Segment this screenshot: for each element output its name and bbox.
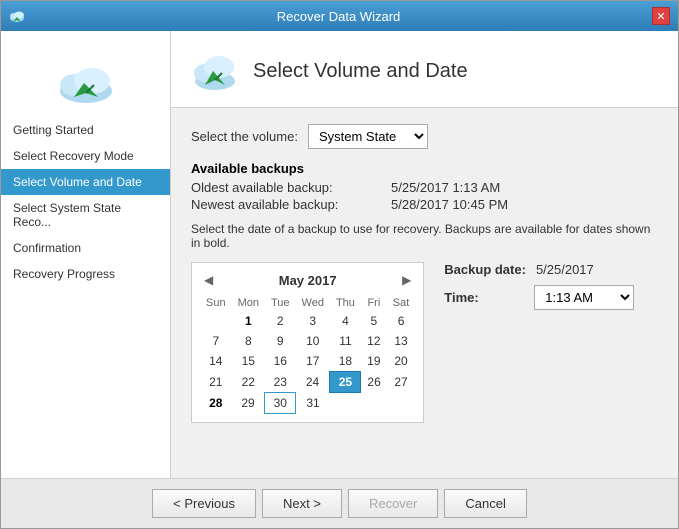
calendar-day[interactable]: 22 — [232, 372, 265, 393]
close-button[interactable]: ✕ — [652, 7, 670, 25]
calendar-month-year: May 2017 — [279, 273, 337, 288]
calendar: ◀ May 2017 ▶ SunMonTueWedThuFriSat123456… — [191, 262, 424, 423]
oldest-label: Oldest available backup: — [191, 180, 371, 195]
sidebar-item-select-recovery-mode[interactable]: Select Recovery Mode — [1, 143, 170, 169]
time-label: Time: — [444, 290, 524, 305]
sidebar-item-select-volume-date[interactable]: Select Volume and Date — [1, 169, 170, 195]
cal-header-tue: Tue — [265, 295, 296, 311]
calendar-day[interactable]: 23 — [265, 372, 296, 393]
calendar-day[interactable]: 20 — [387, 351, 416, 372]
newest-value: 5/28/2017 10:45 PM — [391, 197, 508, 212]
cal-header-fri: Fri — [361, 295, 387, 311]
backup-info-title: Available backups — [191, 161, 658, 176]
recover-button[interactable]: Recover — [348, 489, 438, 518]
volume-row: Select the volume: System StateLocal Dis… — [191, 124, 658, 149]
calendar-day[interactable]: 12 — [361, 331, 387, 351]
calendar-header: ◀ May 2017 ▶ — [200, 271, 415, 289]
next-button[interactable]: Next > — [262, 489, 342, 518]
footer-buttons: < Previous Next > Recover Cancel — [1, 478, 678, 528]
cal-header-thu: Thu — [330, 295, 361, 311]
newest-label: Newest available backup: — [191, 197, 371, 212]
calendar-day[interactable]: 8 — [232, 331, 265, 351]
calendar-day[interactable]: 3 — [296, 311, 330, 331]
sidebar: Getting StartedSelect Recovery ModeSelec… — [1, 31, 171, 478]
calendar-day[interactable]: 5 — [361, 311, 387, 331]
backup-date-label: Backup date: — [444, 262, 526, 277]
instruction-text: Select the date of a backup to use for r… — [191, 222, 658, 250]
backup-info-section: Available backups Oldest available backu… — [191, 161, 658, 212]
calendar-day[interactable]: 2 — [265, 311, 296, 331]
volume-select[interactable]: System StateLocal Disk (C:)Local Disk (D… — [308, 124, 428, 149]
calendar-day[interactable]: 30 — [265, 393, 296, 414]
time-select[interactable]: 1:13 AM10:45 PM — [534, 285, 634, 310]
main-body: Select the volume: System StateLocal Dis… — [171, 108, 678, 478]
cal-header-wed: Wed — [296, 295, 330, 311]
wizard-window: Recover Data Wizard ✕ Getting StartedSel… — [0, 0, 679, 529]
calendar-day[interactable]: 18 — [330, 351, 361, 372]
previous-button[interactable]: < Previous — [152, 489, 256, 518]
cal-header-mon: Mon — [232, 295, 265, 311]
calendar-day[interactable]: 19 — [361, 351, 387, 372]
cal-header-sun: Sun — [200, 295, 232, 311]
calendar-day[interactable]: 9 — [265, 331, 296, 351]
time-row: Time: 1:13 AM10:45 PM — [444, 285, 634, 310]
calendar-day[interactable]: 26 — [361, 372, 387, 393]
calendar-grid: SunMonTueWedThuFriSat1234567891011121314… — [200, 295, 415, 414]
main-panel: Select Volume and Date Select the volume… — [171, 31, 678, 478]
oldest-value: 5/25/2017 1:13 AM — [391, 180, 500, 195]
calendar-day — [361, 393, 387, 414]
date-time-section: Backup date: 5/25/2017 Time: 1:13 AM10:4… — [444, 262, 634, 310]
calendar-day[interactable]: 10 — [296, 331, 330, 351]
calendar-day[interactable]: 15 — [232, 351, 265, 372]
backup-date-row: Backup date: 5/25/2017 — [444, 262, 634, 277]
sidebar-item-getting-started[interactable]: Getting Started — [1, 117, 170, 143]
calendar-day[interactable]: 21 — [200, 372, 232, 393]
calendar-day[interactable]: 11 — [330, 331, 361, 351]
calendar-day — [330, 393, 361, 414]
calendar-next-button[interactable]: ▶ — [398, 271, 415, 289]
calendar-day[interactable]: 7 — [200, 331, 232, 351]
calendar-day — [200, 311, 232, 331]
cancel-button[interactable]: Cancel — [444, 489, 526, 518]
main-header: Select Volume and Date — [171, 31, 678, 108]
calendar-day[interactable]: 25 — [330, 372, 361, 393]
header-cloud-icon — [191, 47, 239, 95]
newest-backup-row: Newest available backup: 5/28/2017 10:45… — [191, 197, 658, 212]
calendar-day[interactable]: 17 — [296, 351, 330, 372]
calendar-day[interactable]: 14 — [200, 351, 232, 372]
sidebar-item-select-system-state[interactable]: Select System State Reco... — [1, 195, 170, 235]
sidebar-item-confirmation[interactable]: Confirmation — [1, 235, 170, 261]
sidebar-cloud-icon — [56, 57, 116, 105]
calendar-day[interactable]: 6 — [387, 311, 416, 331]
calendar-prev-button[interactable]: ◀ — [200, 271, 217, 289]
calendar-date-section: ◀ May 2017 ▶ SunMonTueWedThuFriSat123456… — [191, 262, 658, 423]
calendar-day — [387, 393, 416, 414]
window-title: Recover Data Wizard — [25, 9, 652, 24]
title-bar: Recover Data Wizard ✕ — [1, 1, 678, 31]
calendar-day[interactable]: 13 — [387, 331, 416, 351]
content-area: Getting StartedSelect Recovery ModeSelec… — [1, 31, 678, 478]
cal-header-sat: Sat — [387, 295, 416, 311]
sidebar-item-recovery-progress[interactable]: Recovery Progress — [1, 261, 170, 287]
calendar-day[interactable]: 31 — [296, 393, 330, 414]
volume-label: Select the volume: — [191, 129, 298, 144]
calendar-day[interactable]: 16 — [265, 351, 296, 372]
sidebar-nav: Getting StartedSelect Recovery ModeSelec… — [1, 117, 170, 287]
sidebar-logo-area — [1, 41, 170, 117]
calendar-day[interactable]: 29 — [232, 393, 265, 414]
page-title: Select Volume and Date — [253, 60, 468, 83]
calendar-day[interactable]: 27 — [387, 372, 416, 393]
app-icon — [9, 8, 25, 24]
calendar-day[interactable]: 28 — [200, 393, 232, 414]
calendar-day[interactable]: 1 — [232, 311, 265, 331]
calendar-day[interactable]: 24 — [296, 372, 330, 393]
calendar-day[interactable]: 4 — [330, 311, 361, 331]
oldest-backup-row: Oldest available backup: 5/25/2017 1:13 … — [191, 180, 658, 195]
backup-date-value: 5/25/2017 — [536, 262, 594, 277]
